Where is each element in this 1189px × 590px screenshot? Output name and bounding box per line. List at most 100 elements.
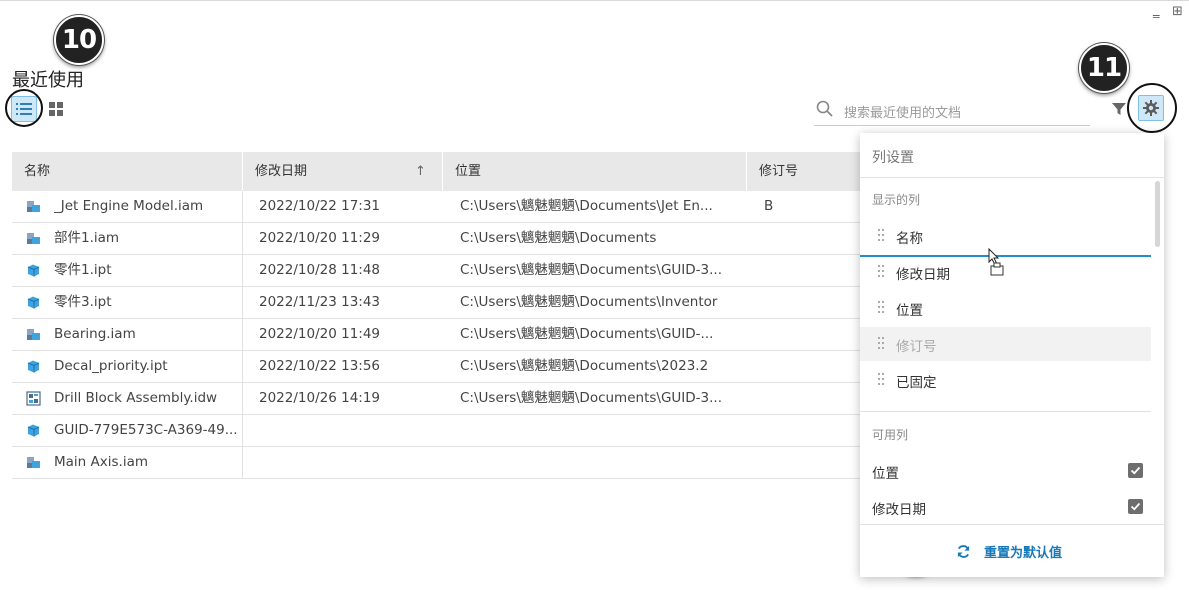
shown-column-label: 修改日期 [896,267,950,283]
modified-date-cell [259,447,434,479]
shown-column-item[interactable]: 修订号 [860,327,1151,361]
divider [860,177,1164,178]
modified-date-cell: 2022/10/22 13:56 [259,358,381,374]
available-columns-header: 可用列 [872,428,909,442]
table-row[interactable]: 零件3.ipt 2022/11/23 13:43 C:\Users\魑魅魍魉\Doc… [12,287,860,319]
drag-handle-icon[interactable] [878,265,885,279]
part-file-icon [26,263,41,278]
column-checkbox[interactable] [1128,499,1143,514]
drawing-file-icon [26,391,41,406]
location-cell: C:\Users\魑魅魍魉\Documents\2023.2 [460,358,709,374]
modified-date-cell: 2022/11/23 13:43 [259,294,381,310]
assembly-file-icon [26,327,41,342]
file-name-cell: Decal_priority.ipt [54,358,168,374]
callout-badge-10: 10 [54,15,104,65]
location-cell [460,447,738,479]
drag-handle-icon[interactable] [878,229,885,243]
file-name-cell: Bearing.iam [54,326,136,342]
table-row[interactable]: _Jet Engine Model.iam 2022/10/22 17:31 C:\… [12,191,860,223]
table-header: 名称 修改日期 ↑ 位置 修订号 [12,152,860,191]
modified-date-cell: 2022/10/20 11:29 [259,230,381,246]
table-row[interactable]: Bearing.iam 2022/10/20 11:49 C:\Users\魑魅魍魉… [12,319,860,351]
file-name-cell: 零件3.ipt [54,294,112,310]
part-file-icon [26,423,41,438]
filter-icon[interactable] [1111,101,1127,117]
highlight-ring-settings [1127,83,1177,133]
shown-column-label: 位置 [896,303,923,319]
grid-view-icon [49,102,63,116]
revision-cell [764,383,854,415]
location-cell: C:\Users\魑魅魍魉\Documents\Inventor [460,294,718,310]
file-name-cell: _Jet Engine Model.iam [54,198,204,214]
shown-column-item[interactable]: 位置 [860,291,1151,325]
location-cell: C:\Users\魑魅魍魉\Documents\Jet En... [460,198,713,214]
reset-to-default-button[interactable]: 重置为默认值 [984,542,1062,561]
part-file-icon [26,359,41,374]
available-column-label: 修改日期 [872,502,926,518]
top-border [0,0,1189,1]
divider [860,524,1164,525]
part-file-icon [26,295,41,310]
file-name-cell: GUID-779E573C-A369-49... [54,422,238,438]
column-settings-panel: 列设置 显示的列 名称 修改日期 位置 修订号 已固定 可用列 位置 修改日期 重置为默认… [860,133,1164,577]
sort-ascending-icon: ↑ [415,164,426,179]
table-row[interactable]: GUID-779E573C-A369-49... [12,415,860,447]
file-name-cell: 零件1.ipt [54,262,112,278]
revision-cell [764,447,854,479]
drag-cursor-icon [988,248,1004,276]
drag-handle-icon[interactable] [878,373,885,387]
column-header-revision[interactable]: 修订号 [746,152,860,191]
modified-date-cell [259,415,434,447]
revision-cell [764,255,854,287]
revision-cell: B [764,198,774,214]
available-column-label: 位置 [872,466,899,482]
shown-column-label: 名称 [896,231,923,247]
panel-title: 列设置 [872,150,914,166]
modified-date-cell: 2022/10/28 11:48 [259,262,381,278]
shown-columns-header: 显示的列 [872,193,921,207]
location-cell [460,415,738,447]
file-name-cell: Main Axis.iam [54,454,148,470]
column-header-location[interactable]: 位置 [442,152,746,191]
revision-cell [764,319,854,351]
modified-date-cell: 2022/10/26 14:19 [259,390,381,406]
assembly-file-icon [26,199,41,214]
location-cell: C:\Users\魑魅魍魉\Documents\GUID-3... [460,390,722,406]
divider [860,411,1151,412]
grid-view-button[interactable] [43,96,69,122]
scrollbar[interactable] [1155,181,1160,247]
column-checkbox[interactable] [1128,463,1143,478]
table-row[interactable]: Drill Block Assembly.idw 2022/10/26 14:19… [12,383,860,415]
revision-cell [764,223,854,255]
revision-cell [764,287,854,319]
file-name-cell: Drill Block Assembly.idw [54,390,218,406]
table-row[interactable]: Decal_priority.ipt 2022/10/22 13:56 C:\Use… [12,351,860,383]
column-header-name[interactable]: 名称 [12,152,242,191]
location-cell: C:\Users\魑魅魍魉\Documents\GUID-... [460,326,714,342]
revision-cell [764,351,854,383]
table-row[interactable]: Main Axis.iam [12,447,860,479]
assembly-file-icon [26,455,41,470]
shown-column-label: 修订号 [896,339,937,355]
column-header-modified-label: 修改日期 [255,164,308,179]
assembly-file-icon [26,231,41,246]
search-input[interactable]: 搜索最近使用的文档 [844,102,961,121]
table-row[interactable]: 零件1.ipt 2022/10/28 11:48 C:\Users\魑魅魍魉\Doc… [12,255,860,287]
revision-cell [764,415,854,447]
location-cell: C:\Users\魑魅魍魉\Documents\GUID-3... [460,262,722,278]
drag-handle-icon[interactable] [878,337,885,351]
drag-handle-icon[interactable] [878,301,885,315]
column-header-modified[interactable]: 修改日期 ↑ [242,152,442,191]
location-cell: C:\Users\魑魅魍魉\Documents [460,230,657,246]
file-name-cell: 部件1.iam [54,230,120,246]
highlight-ring-list-view [5,89,43,127]
search-icon [816,100,833,117]
shown-column-label: 已固定 [896,375,937,391]
search-box[interactable]: 搜索最近使用的文档 [814,96,1090,126]
restore-icon[interactable]: ⊞ [1172,4,1183,19]
modified-date-cell: 2022/10/20 11:49 [259,326,381,342]
table-row[interactable]: 部件1.iam 2022/10/20 11:29 C:\Users\魑魅魍魉\Doc… [12,223,860,255]
minimize-icon[interactable]: ‗ [1153,4,1160,19]
recent-files-table: 名称 修改日期 ↑ 位置 修订号 _Jet Engine Model.iam 20… [12,152,860,479]
shown-column-item[interactable]: 已固定 [860,363,1151,397]
